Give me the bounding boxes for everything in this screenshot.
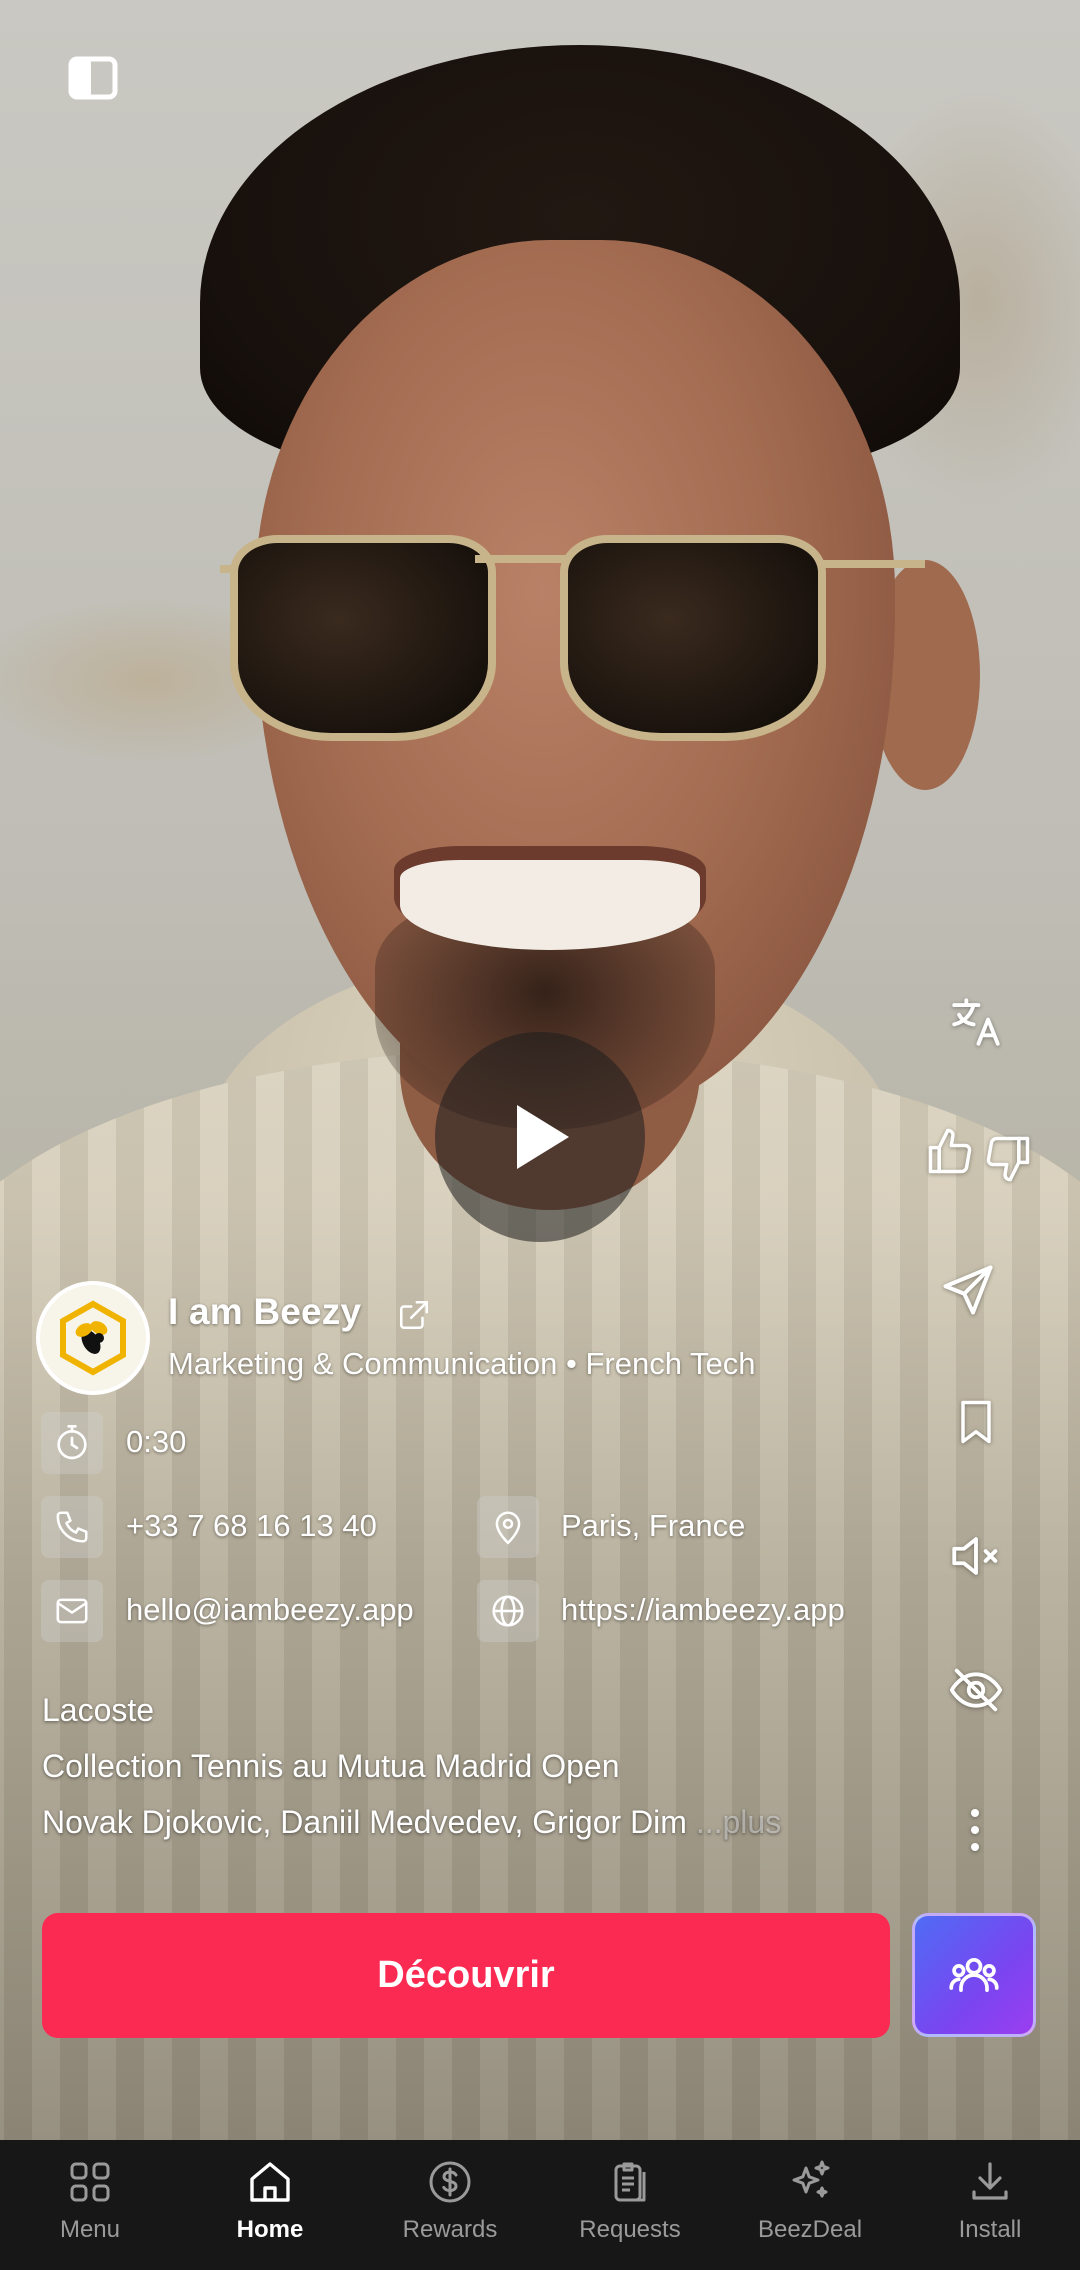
phone-icon-box[interactable]	[41, 1496, 103, 1558]
dislike-button[interactable]	[978, 1130, 1038, 1186]
sidebar-toggle-icon	[68, 56, 118, 100]
contact-email[interactable]: hello@iambeezy.app	[126, 1592, 414, 1628]
brand-tag: French Tech	[585, 1346, 756, 1381]
subtitle-separator: •	[566, 1346, 577, 1381]
nav-label-beezdeal: BeezDeal	[757, 2216, 863, 2243]
nav-item-menu[interactable]: Menu	[0, 2140, 180, 2270]
bottom-navigation: Menu Home Rewards Requests BeezDeal Inst…	[0, 2140, 1080, 2270]
users-group-icon	[949, 1957, 999, 1993]
play-button[interactable]	[435, 1032, 645, 1242]
home-icon	[250, 2162, 290, 2202]
nav-item-requests[interactable]: Requests	[540, 2140, 720, 2270]
nav-item-beezdeal[interactable]: BeezDeal	[720, 2140, 900, 2270]
read-more-link[interactable]: ...plus	[687, 1804, 781, 1840]
nav-label-install: Install	[958, 2216, 1022, 2243]
share-button[interactable]	[936, 1258, 1000, 1322]
more-options-button[interactable]	[960, 1805, 990, 1855]
glasses-lens-left	[230, 535, 496, 741]
volume-mute-icon	[952, 1537, 998, 1575]
description-line-3: Novak Djokovic, Daniil Medvedev, Grigor …	[42, 1804, 781, 1841]
thumbs-down-icon	[986, 1136, 1030, 1182]
sidebar-toggle-button[interactable]	[68, 56, 118, 100]
glasses-lens-right	[560, 535, 826, 741]
sparkles-icon	[792, 2160, 830, 2198]
hide-button[interactable]	[944, 1660, 1008, 1720]
brand-name[interactable]: I am Beezy	[168, 1291, 361, 1333]
timer-icon	[57, 1425, 87, 1460]
eye-off-icon	[949, 1668, 1003, 1712]
timer-icon-box	[41, 1412, 103, 1474]
location-icon-box[interactable]	[477, 1496, 539, 1558]
map-pin-icon	[495, 1511, 521, 1545]
nav-item-rewards[interactable]: Rewards	[360, 2140, 540, 2270]
more-vertical-icon	[971, 1809, 979, 1851]
translate-button[interactable]	[946, 992, 1006, 1052]
send-icon	[943, 1265, 993, 1315]
like-button[interactable]	[920, 1124, 980, 1180]
glasses-arm	[815, 560, 925, 568]
brand-category: Marketing & Communication	[168, 1346, 558, 1381]
glasses-bridge	[475, 555, 570, 563]
contact-location[interactable]: Paris, France	[561, 1508, 745, 1544]
mail-icon	[56, 1598, 88, 1624]
translate-icon	[952, 998, 1000, 1046]
nav-label-rewards: Rewards	[402, 2216, 498, 2243]
dollar-icon	[429, 2161, 471, 2203]
email-icon-box[interactable]	[41, 1580, 103, 1642]
nav-item-home[interactable]: Home	[180, 2140, 360, 2270]
brand-subtitle: Marketing & Communication • French Tech	[168, 1346, 756, 1382]
community-button[interactable]	[912, 1913, 1036, 2037]
thumbs-up-icon	[928, 1128, 972, 1174]
clipboard-icon	[614, 2162, 646, 2202]
grid-icon	[70, 2162, 110, 2202]
external-link-button[interactable]	[397, 1298, 431, 1337]
globe-icon	[492, 1595, 524, 1627]
play-icon	[517, 1105, 569, 1169]
contact-website[interactable]: https://iambeezy.app	[561, 1592, 845, 1628]
description-line-3-text: Novak Djokovic, Daniil Medvedev, Grigor …	[42, 1804, 687, 1840]
nav-label-home: Home	[236, 2216, 304, 2243]
nav-item-install[interactable]: Install	[900, 2140, 1080, 2270]
description-line-1: Lacoste	[42, 1692, 155, 1728]
brand-avatar[interactable]	[36, 1281, 150, 1395]
bookmark-icon	[961, 1400, 991, 1444]
video-duration: 0:30	[126, 1424, 187, 1459]
discover-button[interactable]: Découvrir	[42, 1913, 890, 2038]
contact-phone[interactable]: +33 7 68 16 13 40	[126, 1508, 377, 1544]
nav-label-menu: Menu	[59, 2216, 121, 2243]
bee-logo-icon	[60, 1300, 126, 1376]
description-line-2: Collection Tennis au Mutua Madrid Open	[42, 1748, 620, 1784]
photo-smile	[400, 860, 700, 950]
mute-button[interactable]	[944, 1526, 1008, 1586]
phone-icon	[56, 1511, 88, 1543]
bookmark-button[interactable]	[946, 1390, 1006, 1454]
website-icon-box[interactable]	[477, 1580, 539, 1642]
external-link-icon	[399, 1300, 429, 1330]
download-icon	[972, 2162, 1008, 2200]
nav-label-requests: Requests	[579, 2216, 681, 2243]
